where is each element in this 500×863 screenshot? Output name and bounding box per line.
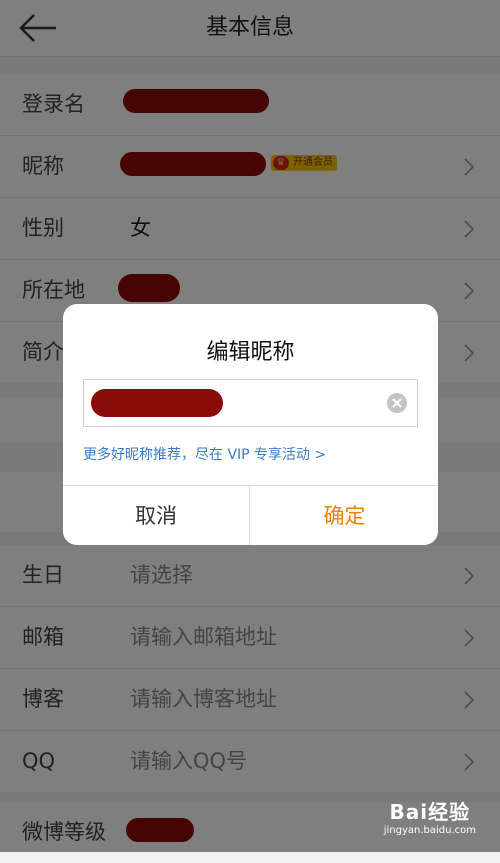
redacted-nickname-input	[91, 389, 223, 417]
baidu-watermark: Bai经验 jingyan.baidu.com	[384, 796, 476, 836]
watermark-brand: Bai经验	[389, 800, 471, 824]
dialog-title: 编辑昵称	[206, 340, 295, 365]
cancel-button[interactable]: 取消	[63, 486, 250, 545]
confirm-button[interactable]: 确定	[251, 486, 438, 545]
clear-icon[interactable]	[387, 393, 407, 413]
edit-nickname-dialog: 编辑昵称 更多好昵称推荐，尽在 VIP 专享活动 > 取消 确定	[63, 304, 438, 545]
dialog-buttons: 取消 确定	[63, 485, 438, 545]
nickname-input[interactable]	[83, 379, 418, 427]
vip-promo-link[interactable]: 更多好昵称推荐，尽在 VIP 专享活动 >	[83, 444, 326, 464]
watermark-url: jingyan.baidu.com	[383, 825, 476, 836]
